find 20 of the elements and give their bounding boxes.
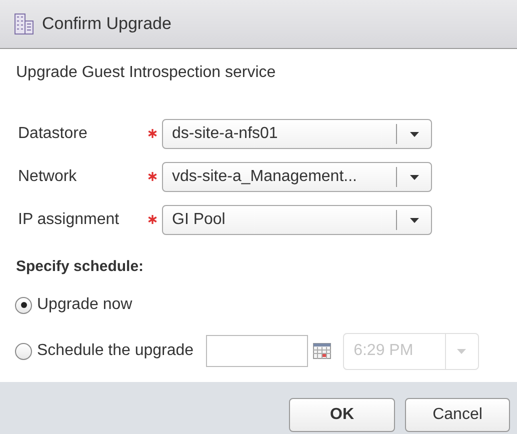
calendar-icon[interactable] — [312, 343, 331, 359]
date-field[interactable] — [206, 335, 308, 367]
caret-icon — [410, 132, 418, 136]
radio-button[interactable]: Schedule the upgrade — [15, 342, 194, 360]
ok-button[interactable]: OK — [289, 398, 395, 432]
cancel-button[interactable]: Cancel — [405, 398, 510, 432]
caret-icon — [457, 348, 466, 354]
dropdown[interactable]: vds-site-a_Management... — [162, 162, 432, 192]
window-title: Confirm Upgrade — [42, 14, 172, 34]
field-label: Network — [17, 168, 78, 186]
schedule-heading: Specify schedule: — [16, 258, 145, 275]
field-label: IP assignment — [17, 211, 120, 229]
description-text: Upgrade Guest Introspection service — [16, 64, 277, 82]
caret-icon — [410, 174, 418, 180]
field-label: Datastore — [17, 125, 88, 143]
building-icon — [14, 13, 34, 35]
dropdown[interactable]: GI Pool — [162, 205, 432, 235]
radio-button[interactable]: Upgrade now — [15, 296, 132, 314]
caret-icon — [410, 218, 418, 222]
dropdown[interactable]: ds-site-a-nfs01 — [162, 119, 432, 149]
